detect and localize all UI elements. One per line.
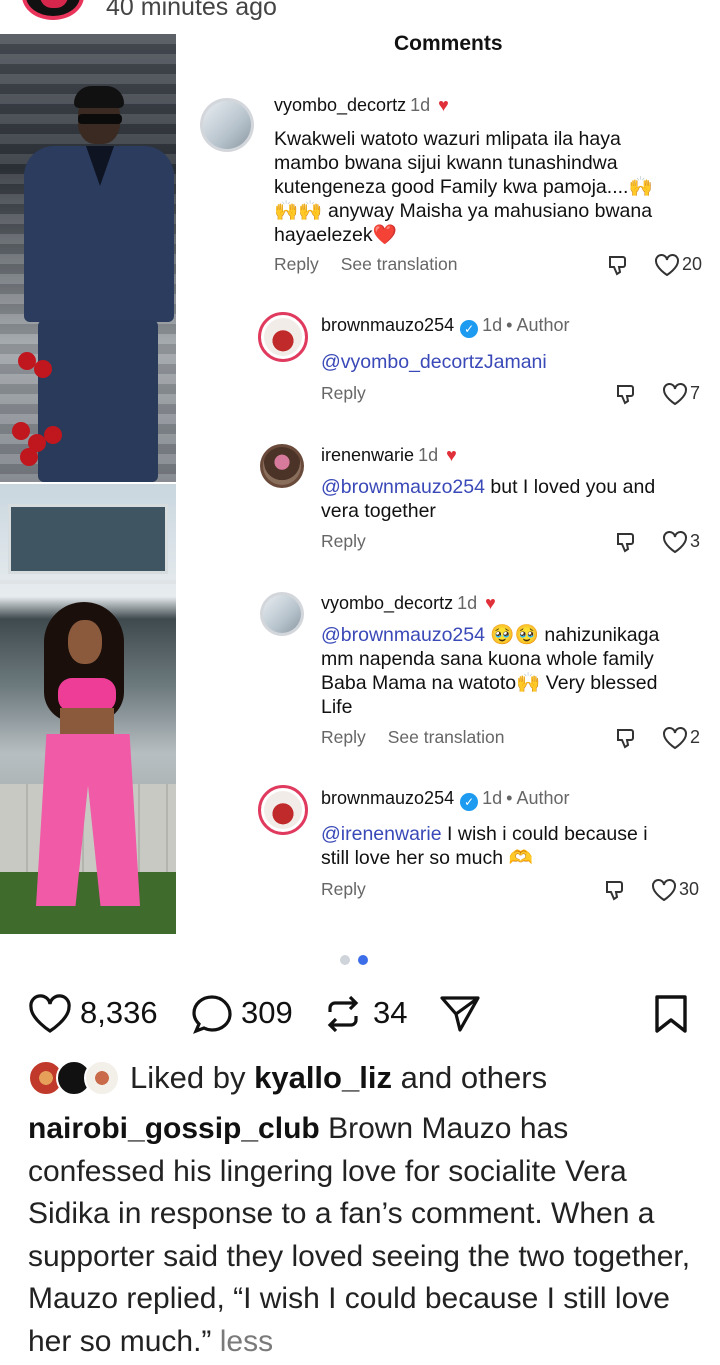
dislike-icon[interactable] (614, 726, 638, 750)
post-time: 40 minutes ago (106, 0, 277, 21)
reply-button[interactable]: Reply (321, 383, 366, 403)
avatar[interactable] (258, 312, 308, 362)
heart-icon[interactable] (662, 382, 688, 406)
post-action-bar: 8,336 309 34 (0, 990, 720, 1040)
post-image-collage[interactable] (0, 34, 176, 934)
mention-link[interactable]: @brownmauzo254 (321, 624, 485, 646)
comment-actions: Reply (321, 531, 388, 552)
author-badge: Author (516, 788, 570, 808)
see-translation-button[interactable]: See translation (388, 727, 505, 747)
reply-button[interactable]: Reply (274, 254, 319, 274)
like-count[interactable]: 8,336 (80, 995, 158, 1031)
reply-button[interactable]: Reply (321, 727, 366, 747)
comment-actions: Reply (321, 879, 388, 900)
see-translation-button[interactable]: See translation (341, 254, 458, 274)
bookmark-icon[interactable] (652, 994, 690, 1034)
comment-icon[interactable] (190, 994, 234, 1034)
heart-icon[interactable] (662, 530, 688, 554)
heart-icon[interactable] (654, 253, 680, 277)
like-count: 3 (690, 531, 701, 551)
reply-button[interactable]: Reply (321, 531, 366, 551)
comment-text: @vyombo_decortzJamani (321, 350, 701, 374)
like-count: 20 (682, 254, 703, 274)
carousel-dot[interactable] (340, 955, 350, 965)
comment-username[interactable]: brownmauzo254 ✓ 1d • Author (321, 788, 569, 811)
avatar[interactable] (260, 592, 304, 636)
comment-count[interactable]: 309 (241, 995, 293, 1031)
mention-link[interactable]: @brownmauzo254 (321, 476, 485, 498)
dislike-icon[interactable] (614, 382, 638, 406)
repost-icon[interactable] (322, 994, 364, 1034)
comment-actions: Reply (321, 383, 388, 404)
comment-username[interactable]: irenenwarie 1d ♥ (321, 445, 457, 466)
photo-man-with-roses (0, 34, 176, 482)
mention-link[interactable]: @vyombo_decortzJamani (321, 351, 547, 373)
comment-text: @brownmauzo254 but I loved you and vera … (321, 476, 656, 522)
poster-avatar[interactable] (22, 0, 84, 20)
post-header: 40 minutes ago (0, 0, 720, 30)
comment-username[interactable]: vyombo_decortz 1d ♥ (274, 95, 449, 116)
dislike-icon[interactable] (614, 530, 638, 554)
like-count: 7 (690, 383, 701, 403)
comment-text: @irenenwarie I wish i could because i st… (321, 823, 648, 869)
caption-username[interactable]: nairobi_gossip_club (28, 1112, 320, 1145)
mention-link[interactable]: @irenenwarie (321, 823, 442, 845)
carousel-indicator[interactable] (340, 952, 376, 970)
comment-username[interactable]: vyombo_decortz 1d ♥ (321, 593, 496, 614)
dislike-icon[interactable] (606, 253, 630, 277)
liked-by-text: Liked by kyallo_liz and others (130, 1060, 548, 1095)
liked-by-row[interactable]: Liked by kyallo_liz and others (26, 1058, 706, 1098)
photo-woman-in-pink (0, 484, 176, 934)
dislike-icon[interactable] (603, 878, 627, 902)
reaction-icon: ♥ (485, 593, 496, 613)
post-caption: nairobi_gossip_club Brown Mauzo has conf… (28, 1108, 700, 1363)
less-button[interactable]: less (220, 1325, 273, 1358)
like-count: 2 (690, 727, 701, 747)
heart-icon[interactable] (662, 726, 688, 750)
reply-button[interactable]: Reply (321, 879, 366, 899)
comment-username[interactable]: brownmauzo254 ✓ 1d • Author (321, 315, 569, 338)
heart-icon[interactable] (28, 994, 72, 1034)
liker-avatars (26, 1060, 126, 1096)
author-badge: Author (516, 315, 570, 335)
share-icon[interactable] (438, 994, 482, 1034)
verified-icon: ✓ (460, 793, 479, 811)
repost-count[interactable]: 34 (373, 995, 407, 1031)
avatar[interactable] (260, 444, 304, 488)
avatar[interactable] (200, 98, 254, 152)
comments-title: Comments (394, 32, 503, 55)
reaction-icon: ♥ (438, 95, 449, 115)
reaction-icon: ♥ (446, 445, 457, 465)
avatar (84, 1060, 120, 1096)
carousel-dot-active[interactable] (358, 955, 368, 965)
heart-icon[interactable] (651, 878, 677, 902)
liked-by-user[interactable]: kyallo_liz (254, 1060, 392, 1095)
comment-text: Kwakweli watoto wazuri mlipata ila haya … (274, 128, 653, 246)
verified-icon: ✓ (460, 320, 479, 338)
like-count: 30 (679, 879, 700, 899)
caption-text: Brown Mauzo has confessed his lingering … (28, 1112, 691, 1358)
comment-actions: Reply See translation (321, 727, 527, 748)
comment-text: @brownmauzo254 🥹🥹 nahizunikaga mm napend… (321, 624, 660, 718)
comment-actions: Reply See translation (274, 254, 480, 275)
avatar[interactable] (258, 785, 308, 835)
